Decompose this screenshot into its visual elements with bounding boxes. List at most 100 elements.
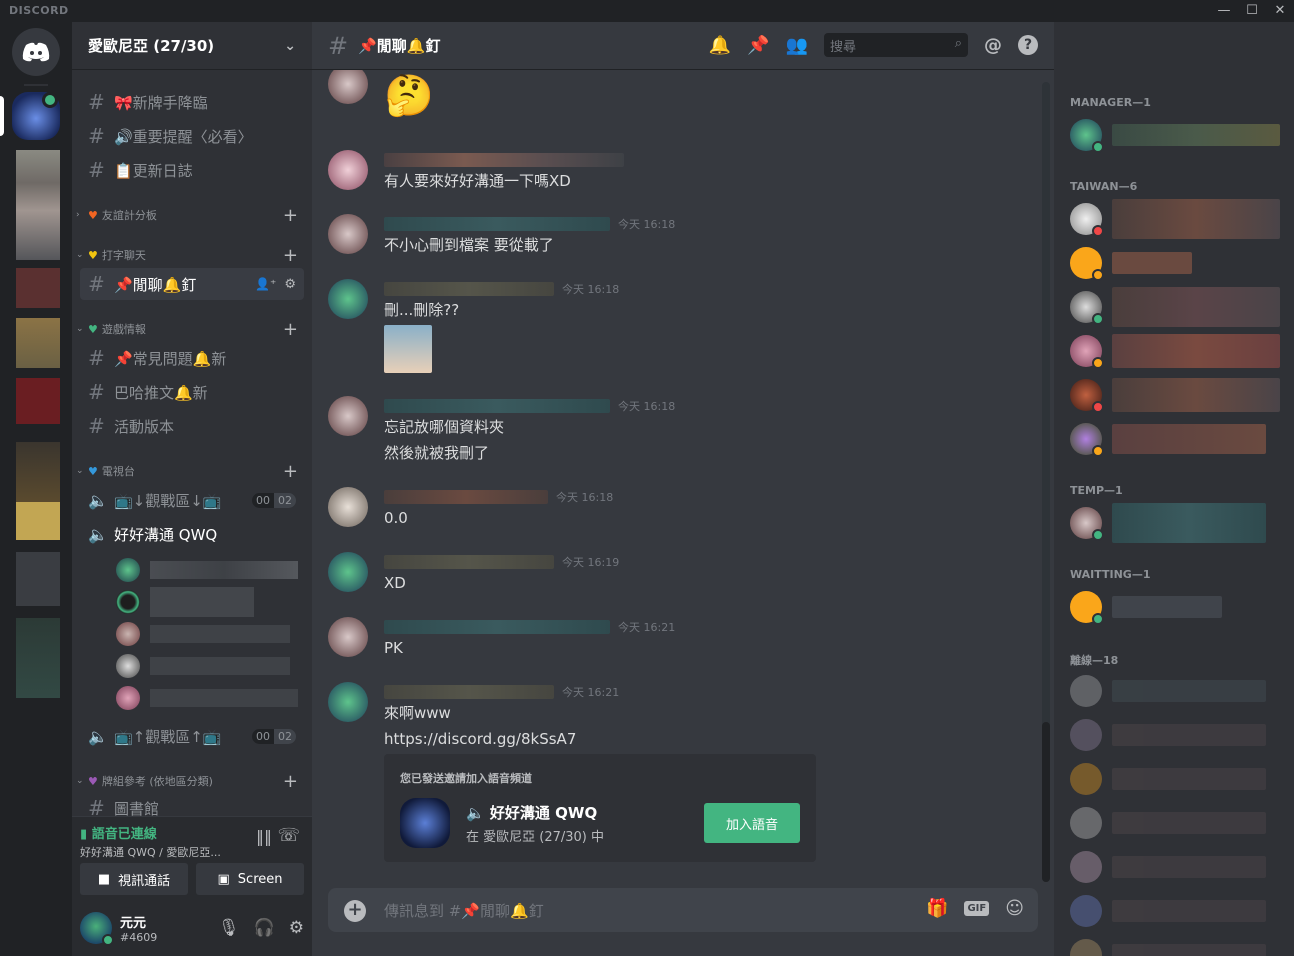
voice-channel-item[interactable]: 🔈 📺↓觀戰區↓📺 00 02 (80, 484, 304, 516)
username-redacted[interactable] (384, 685, 554, 699)
member-item[interactable] (1070, 374, 1280, 416)
member-item[interactable] (1070, 802, 1280, 844)
sticker-image[interactable] (384, 325, 432, 373)
voice-user[interactable] (116, 554, 300, 586)
avatar[interactable] (328, 150, 368, 190)
voice-user[interactable] (116, 650, 300, 682)
avatar[interactable] (328, 487, 368, 527)
add-channel-icon[interactable]: + (283, 205, 298, 226)
username-redacted[interactable] (384, 490, 548, 504)
server-icon[interactable] (16, 552, 60, 606)
add-channel-icon[interactable]: + (283, 319, 298, 340)
voice-user[interactable] (116, 682, 300, 714)
avatar[interactable] (328, 552, 368, 592)
search-input[interactable]: 搜尋 ⌕ (824, 33, 968, 57)
member-item[interactable] (1070, 330, 1280, 372)
voice-user[interactable] (116, 586, 300, 618)
channel-item-active[interactable]: # 📌閒聊🔔釘 👤⁺ ⚙ (80, 268, 304, 300)
member-item[interactable] (1070, 846, 1280, 888)
member-item[interactable] (1070, 198, 1280, 240)
avatar[interactable] (328, 70, 368, 104)
voice-user[interactable] (116, 618, 300, 650)
server-icon[interactable] (16, 618, 60, 698)
avatar[interactable] (328, 214, 368, 254)
message-composer[interactable]: + 傳訊息到 #📌閒聊🔔釘 🎁 GIF ☺ (328, 888, 1038, 932)
username-redacted[interactable] (384, 217, 610, 231)
server-icon[interactable] (16, 442, 60, 502)
member-item[interactable] (1070, 890, 1280, 932)
channel-item[interactable]: # 活動版本 (80, 410, 304, 442)
category-header[interactable]: › ♥ 友誼計分板 + (76, 204, 308, 226)
category-header[interactable]: ⌄ ♥ 打字聊天 + (76, 244, 308, 266)
member-item[interactable] (1070, 586, 1280, 628)
server-icon[interactable] (16, 318, 60, 368)
member-item[interactable] (1070, 242, 1280, 284)
voice-channel-item-connected[interactable]: 🔈 好好溝通 QWQ (80, 518, 304, 550)
gif-icon[interactable]: GIF (964, 901, 990, 916)
message-input[interactable]: 傳訊息到 #📌閒聊🔔釘 (384, 900, 544, 921)
user-avatar[interactable] (80, 912, 114, 946)
channel-item[interactable]: # 📌常見問題🔔新 (80, 342, 304, 374)
mention-icon[interactable]: @ (984, 35, 1002, 56)
category-header[interactable]: ⌄ ♥ 牌組參考 (依地區分類) + (76, 770, 308, 792)
avatar[interactable] (328, 279, 368, 319)
member-item[interactable] (1070, 286, 1280, 328)
member-item[interactable] (1070, 934, 1280, 956)
channel-item[interactable]: # 圖書館 (80, 792, 304, 816)
server-icon[interactable] (16, 378, 60, 424)
category-header[interactable]: ⌄ ♥ 遊戲情報 + (76, 318, 308, 340)
headphones-icon[interactable]: 🎧 (254, 918, 275, 938)
noise-suppression-icon[interactable]: ‖‖ (256, 827, 272, 846)
maximize-button[interactable]: ☐ (1242, 2, 1262, 20)
avatar[interactable] (328, 396, 368, 436)
add-channel-icon[interactable]: + (283, 461, 298, 482)
screen-share-button[interactable]: ▣ Screen (196, 863, 304, 895)
username-redacted[interactable] (384, 282, 554, 296)
video-button[interactable]: ■ 視訊通話 (80, 863, 188, 895)
gear-icon[interactable]: ⚙ (284, 277, 296, 292)
member-item[interactable] (1070, 114, 1280, 156)
invite-icon[interactable]: 👤⁺ (255, 277, 276, 291)
add-attachment-icon[interactable]: + (344, 900, 366, 922)
guild-header[interactable]: 愛歐尼亞 (27/30) ⌄ (72, 22, 312, 70)
voice-location[interactable]: 好好溝通 QWQ / 愛歐尼亞... (80, 844, 304, 860)
scrollbar-thumb[interactable] (1042, 722, 1050, 882)
member-item[interactable] (1070, 758, 1280, 800)
pin-icon[interactable]: 📌 (747, 35, 769, 56)
avatar[interactable] (328, 617, 368, 657)
username-redacted[interactable] (384, 153, 624, 167)
add-channel-icon[interactable]: + (283, 771, 298, 792)
microphone-icon[interactable]: 🎙 (218, 918, 240, 938)
username-redacted[interactable] (384, 620, 610, 634)
emoji-icon[interactable]: ☺ (1005, 898, 1024, 919)
member-item[interactable] (1070, 418, 1280, 460)
disconnect-icon[interactable]: ☏ (277, 825, 300, 846)
channel-item[interactable]: # 巴哈推文🔔新 (80, 376, 304, 408)
help-icon[interactable]: ? (1018, 35, 1038, 55)
member-item[interactable] (1070, 502, 1280, 544)
username-redacted[interactable] (384, 555, 554, 569)
category-header[interactable]: ⌄ ♥ 電視台 + (76, 460, 308, 482)
server-icon[interactable] (16, 268, 60, 308)
channel-item[interactable]: # 🔊重要提醒〈必看〉 (80, 120, 304, 152)
username-redacted[interactable] (384, 399, 610, 413)
chevron-down-icon: ⌄ (76, 250, 84, 260)
gear-icon[interactable]: ⚙ (289, 918, 304, 938)
bell-icon[interactable]: 🔔 (709, 35, 731, 56)
channel-item[interactable]: # 🎀新牌手降臨 (80, 86, 304, 118)
server-icon[interactable] (16, 150, 60, 260)
close-button[interactable]: ✕ (1270, 2, 1290, 20)
members-icon[interactable]: 👥 (786, 35, 808, 56)
join-voice-button[interactable]: 加入語音 (704, 803, 800, 843)
voice-channel-item[interactable]: 🔈 📺↑觀戰區↑📺 00 02 (80, 720, 304, 752)
invite-link[interactable]: https://discord.gg/8kSsA7 (384, 726, 576, 752)
member-item[interactable] (1070, 714, 1280, 756)
minimize-button[interactable]: — (1214, 2, 1234, 20)
home-button[interactable] (12, 28, 60, 76)
channel-item[interactable]: # 📋更新日誌 (80, 154, 304, 186)
gift-icon[interactable]: 🎁 (926, 898, 948, 919)
add-channel-icon[interactable]: + (283, 245, 298, 266)
member-item[interactable] (1070, 670, 1280, 712)
server-icon[interactable] (16, 502, 60, 540)
avatar[interactable] (328, 682, 368, 722)
